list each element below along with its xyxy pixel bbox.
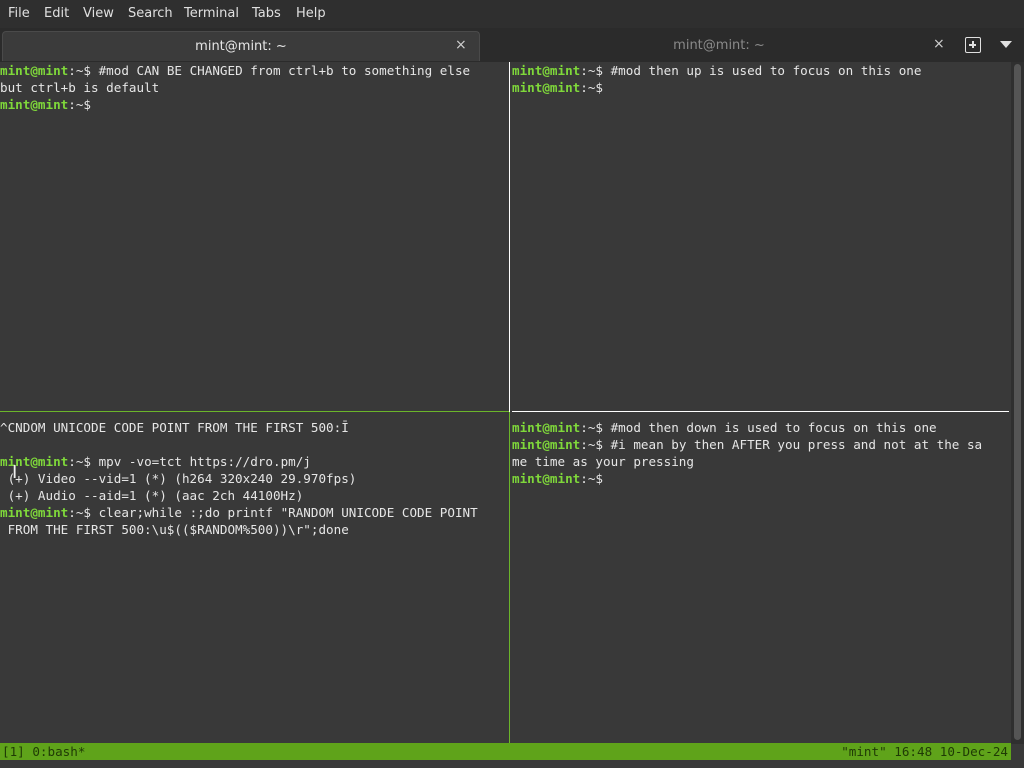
prompt-user: mint@mint (512, 80, 581, 95)
scrollbar-thumb[interactable] (1014, 64, 1021, 740)
pane-bottom-right[interactable]: mint@mint:~$ #mod then down is used to f… (512, 419, 1009, 743)
tmux-status-bar: [1] 0:bash* "mint" 16:48 10-Dec-24 (0, 743, 1011, 760)
terminal-line: me time as your pressing (512, 453, 694, 470)
prompt-user: mint@mint (512, 471, 581, 486)
prompt-path: :~$ (580, 471, 603, 486)
scrollbar[interactable] (1011, 62, 1024, 744)
output-text: (+) Video --vid=1 (*) (h264 320x240 29.9… (0, 471, 357, 486)
status-clock: "mint" 16:48 10-Dec-24 (841, 744, 1008, 759)
menu-tabs[interactable]: Tabs (252, 6, 281, 21)
menu-terminal[interactable]: Terminal (184, 6, 239, 21)
tab-inactive[interactable]: mint@mint: ~ × (482, 31, 956, 60)
prompt-user: mint@mint (512, 437, 581, 452)
terminal-line: (+) Audio --aid=1 (*) (aac 2ch 44100Hz) (0, 487, 304, 504)
terminal-line: mint@mint:~$ (512, 79, 603, 96)
new-tab-icon-v (972, 41, 974, 48)
prompt-user: mint@mint (512, 63, 581, 78)
prompt-path: :~$ (68, 63, 99, 78)
terminal-area[interactable]: mint@mint:~$ #mod CAN BE CHANGED from ct… (0, 62, 1024, 768)
prompt-path: :~$ (580, 437, 611, 452)
terminal-line: mint@mint:~$ clear;while :;do printf "RA… (0, 504, 478, 521)
output-text: FROM THE FIRST 500:\u$(($RANDOM%500))\r"… (0, 522, 349, 537)
prompt-path: :~$ (580, 80, 603, 95)
command-text: #mod then down is used to focus on this … (610, 420, 937, 435)
pane-divider-vertical[interactable] (509, 412, 510, 744)
prompt-user: mint@mint (0, 97, 69, 112)
menu-file[interactable]: File (8, 6, 30, 21)
menu-bar: File Edit View Search Terminal Tabs Help (0, 0, 1024, 28)
output-text: but ctrl+b is default (0, 80, 160, 95)
tab-title: mint@mint: ~ (673, 38, 765, 53)
close-icon[interactable]: × (455, 37, 467, 53)
output-text: ^CNDOM UNICODE CODE POINT FROM THE FIRST… (0, 420, 349, 435)
close-icon[interactable]: × (933, 36, 945, 52)
status-session: [1] 0:bash* (2, 744, 86, 759)
output-text: me time as your pressing (512, 454, 694, 469)
terminal-line: mint@mint:~$ (512, 470, 603, 487)
menu-help[interactable]: Help (296, 6, 326, 21)
prompt-user: mint@mint (0, 505, 69, 520)
terminal-line: mint@mint:~$ #mod then down is used to f… (512, 419, 937, 436)
tab-bar: mint@mint: ~ × mint@mint: ~ × (0, 28, 1024, 62)
prompt-user: mint@mint (512, 420, 581, 435)
command-text: #i mean by then AFTER you press and not … (610, 437, 983, 452)
tab-title: mint@mint: ~ (195, 39, 287, 54)
terminal-line: mint@mint:~$ #mod then up is used to foc… (512, 62, 921, 79)
command-text: mpv -vo=tct https://dro.pm/j (98, 454, 311, 469)
command-text: clear;while :;do printf "RANDOM UNICODE … (98, 505, 478, 520)
terminal-line: (+) Video --vid=1 (*) (h264 320x240 29.9… (0, 470, 357, 487)
command-text: #mod CAN BE CHANGED from ctrl+b to somet… (98, 63, 471, 78)
pane-divider-horizontal[interactable] (0, 411, 509, 412)
pane-top-right[interactable]: mint@mint:~$ #mod then up is used to foc… (512, 62, 1009, 411)
prompt-user: mint@mint (0, 454, 69, 469)
terminal-line: mint@mint:~$ #i mean by then AFTER you p… (512, 436, 982, 453)
text-cursor-icon: I (12, 462, 18, 483)
prompt-path: :~$ (580, 420, 611, 435)
menu-search[interactable]: Search (128, 6, 173, 21)
prompt-path: :~$ (68, 97, 91, 112)
prompt-path: :~$ (68, 505, 99, 520)
menu-view[interactable]: View (83, 6, 114, 21)
new-tab-icon[interactable] (965, 37, 981, 53)
tab-active[interactable]: mint@mint: ~ × (2, 31, 480, 61)
tab-menu-chevron-icon[interactable] (1000, 41, 1012, 48)
terminal-line: but ctrl+b is default (0, 79, 159, 96)
command-text: #mod then up is used to focus on this on… (610, 63, 922, 78)
pane-top-left[interactable]: mint@mint:~$ #mod CAN BE CHANGED from ct… (0, 62, 509, 411)
terminal-line: mint@mint:~$ #mod CAN BE CHANGED from ct… (0, 62, 470, 79)
pane-divider-vertical-active[interactable] (509, 62, 510, 412)
terminal-line: FROM THE FIRST 500:\u$(($RANDOM%500))\r"… (0, 521, 349, 538)
terminal-line: ^CNDOM UNICODE CODE POINT FROM THE FIRST… (0, 419, 349, 436)
output-text: (+) Audio --aid=1 (*) (aac 2ch 44100Hz) (0, 488, 304, 503)
menu-edit[interactable]: Edit (44, 6, 69, 21)
pane-bottom-left[interactable]: ^CNDOM UNICODE CODE POINT FROM THE FIRST… (0, 419, 509, 743)
prompt-user: mint@mint (0, 63, 69, 78)
pane-divider-horizontal-active[interactable] (512, 411, 1009, 412)
prompt-path: :~$ (580, 63, 611, 78)
terminal-line: mint@mint:~$ (0, 96, 91, 113)
prompt-path: :~$ (68, 454, 99, 469)
terminal-line: mint@mint:~$ mpv -vo=tct https://dro.pm/… (0, 453, 311, 470)
